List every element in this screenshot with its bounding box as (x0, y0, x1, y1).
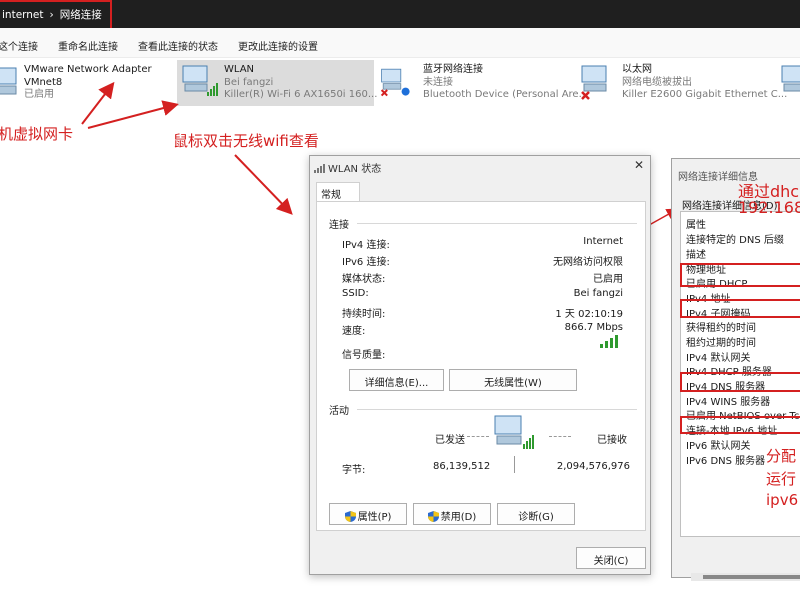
disable-button[interactable]: 禁用(D) (413, 503, 491, 525)
group-connection: 连接 (329, 220, 349, 231)
close-icon[interactable]: ✕ (634, 158, 644, 172)
highlight-link-local-ipv6 (680, 416, 800, 434)
adapter-bluetooth[interactable]: 蓝牙网络连接 未连接 Bluetooth Device (Personal Are.… (378, 60, 588, 106)
bluetooth-adapter-icon (380, 68, 410, 97)
speed-label: 速度: (342, 326, 366, 337)
address-bar[interactable]: internet › 网络连接 (0, 0, 800, 30)
tab-general[interactable]: 常规 (316, 182, 360, 202)
list-item[interactable]: 获得租约的时间 (686, 319, 756, 334)
network-adapter-icon (781, 65, 800, 92)
disable-button-label: 禁用(D) (440, 512, 477, 523)
adapter-detail: VMnet8 (24, 76, 63, 88)
divider (357, 223, 637, 224)
annotation-vm-adapter: 机虚拟网卡 (0, 125, 74, 143)
dialog-title: WLAN 状态 (328, 164, 382, 175)
divider (357, 409, 637, 410)
bytes-label: 字节: (342, 465, 366, 476)
speed-value: 866.7 Mbps (564, 322, 623, 333)
list-item[interactable]: IPv6 DNS 服务器 (686, 452, 765, 467)
breadcrumb[interactable]: internet › 网络连接 (0, 0, 112, 30)
group-activity: 活动 (329, 406, 349, 417)
bytes-received: 2,094,576,976 (556, 461, 630, 472)
adapter-status: 未连接 (423, 76, 453, 88)
annotation-ipv6: ipv6 (766, 491, 799, 509)
breadcrumb-network-connections[interactable]: 网络连接 (60, 9, 102, 21)
annotation-run: 运行 (766, 470, 797, 488)
adapter-name: VMware Network Adapter (24, 64, 152, 75)
column-header-property[interactable]: 属性 (686, 216, 706, 231)
adapter-wlan[interactable]: WLAN Bei fangzi Killer(R) Wi-Fi 6 AX1650i … (177, 60, 378, 106)
shield-icon (344, 511, 356, 522)
dialog-titlebar: WLAN 状态 ✕ (314, 158, 644, 178)
network-adapter-icon (0, 67, 17, 95)
adapter-device: Bluetooth Device (Personal Are... (423, 89, 589, 100)
bytes-sent: 86,139,512 (433, 461, 491, 472)
ipv6-connectivity-label: IPv6 连接: (342, 257, 390, 268)
arrow-to-dialog (234, 154, 293, 215)
adapter-device: Killer E2600 Gigabit Ethernet C... (622, 89, 788, 100)
adapter-name: 以太网 (622, 64, 652, 75)
wireless-properties-button[interactable]: 无线属性(W) (449, 369, 577, 391)
duration-label: 持续时间: (342, 309, 386, 320)
ipv4-connectivity-label: IPv4 连接: (342, 240, 390, 251)
details-button[interactable]: 详细信息(E)... (349, 369, 444, 391)
adapter-ethernet[interactable]: 以太网 网络电缆被拔出 Killer E2600 Gigabit Ethernet … (578, 60, 787, 106)
received-label: 已接收 (597, 435, 627, 446)
media-state-label: 媒体状态: (342, 274, 386, 285)
adapter-device: Killer(R) Wi-Fi 6 AX1650i 160... (224, 89, 378, 100)
diagnose-button[interactable]: 诊断(G) (497, 503, 575, 525)
highlight-dhcp (680, 263, 800, 287)
ipv6-connectivity-value: 无网络访问权限 (553, 257, 623, 268)
list-item[interactable]: 租约过期的时间 (686, 334, 756, 349)
signal-quality-label: 信号质量: (342, 350, 386, 361)
scrollbar-thumb[interactable] (703, 575, 800, 579)
horizontal-scrollbar[interactable] (691, 573, 800, 581)
annotation-wifi-hint: 鼠标双击无线wifi查看 (173, 132, 319, 150)
adapter-vmware-vmnet8[interactable]: VMware Network Adapter VMnet8 已启用 (0, 60, 170, 106)
received-line (549, 436, 571, 437)
wlan-status-dialog: WLAN 状态 ✕ 常规 连接 IPv4 连接: Internet IPv6 连… (309, 155, 651, 575)
properties-button-label: 属性(P) (357, 512, 392, 523)
command-bar: 这个连接 重命名此连接 查看此连接的状态 更改此连接的设置 (0, 28, 800, 58)
shield-icon (427, 511, 439, 522)
adapter-name: WLAN (224, 64, 255, 75)
adapter-name: 蓝牙网络连接 (423, 64, 483, 75)
annotation-ip: 192.168 (738, 198, 800, 217)
ssid-value: Bei fangzi (573, 288, 623, 299)
ethernet-adapter-icon (581, 65, 607, 100)
highlight-dns-server (680, 372, 800, 392)
signal-icon (314, 164, 325, 173)
duration-value: 1 天 02:10:19 (555, 309, 623, 320)
cmd-this-connection[interactable]: 这个连接 (0, 38, 38, 53)
highlight-subnet-mask (680, 299, 800, 318)
list-item[interactable]: IPv4 WINS 服务器 (686, 393, 770, 408)
ipv4-connectivity-value: Internet (583, 236, 623, 247)
wireless-adapter-icon (182, 65, 218, 96)
cmd-rename-connection[interactable]: 重命名此连接 (58, 38, 118, 53)
adapter-ssid: Bei fangzi (224, 76, 274, 88)
sent-label: 已发送 (435, 435, 465, 446)
ssid-label: SSID: (342, 288, 369, 299)
annotation-assign: 分配 (766, 447, 797, 465)
list-item[interactable]: IPv6 默认网关 (686, 437, 750, 452)
media-state-value: 已启用 (593, 274, 623, 285)
list-item[interactable]: IPv4 默认网关 (686, 349, 750, 364)
list-item[interactable]: 描述 (686, 246, 706, 261)
breadcrumb-separator: › (49, 9, 54, 21)
bytes-divider (514, 456, 515, 473)
general-panel: 连接 IPv4 连接: Internet IPv6 连接: 无网络访问权限 媒体… (316, 201, 646, 531)
arrow-to-wlan (87, 100, 179, 129)
sent-line (467, 436, 489, 437)
close-button[interactable]: 关闭(C) (576, 547, 646, 569)
adapter-status: 网络电缆被拔出 (622, 76, 692, 88)
signal-strength-icon (600, 335, 618, 348)
adapter-status: 已启用 (24, 89, 54, 100)
breadcrumb-internet[interactable]: internet (2, 9, 44, 21)
network-activity-icon (494, 415, 534, 449)
properties-button[interactable]: 属性(P) (329, 503, 407, 525)
list-item[interactable]: 连接特定的 DNS 后缀 (686, 231, 784, 246)
cmd-change-settings[interactable]: 更改此连接的设置 (238, 38, 318, 53)
cmd-view-status[interactable]: 查看此连接的状态 (138, 38, 218, 53)
connection-details-window: 网络连接详细信息 网络连接详细信息(D): 属性 连接特定的 DNS 后缀 描述… (671, 158, 800, 581)
